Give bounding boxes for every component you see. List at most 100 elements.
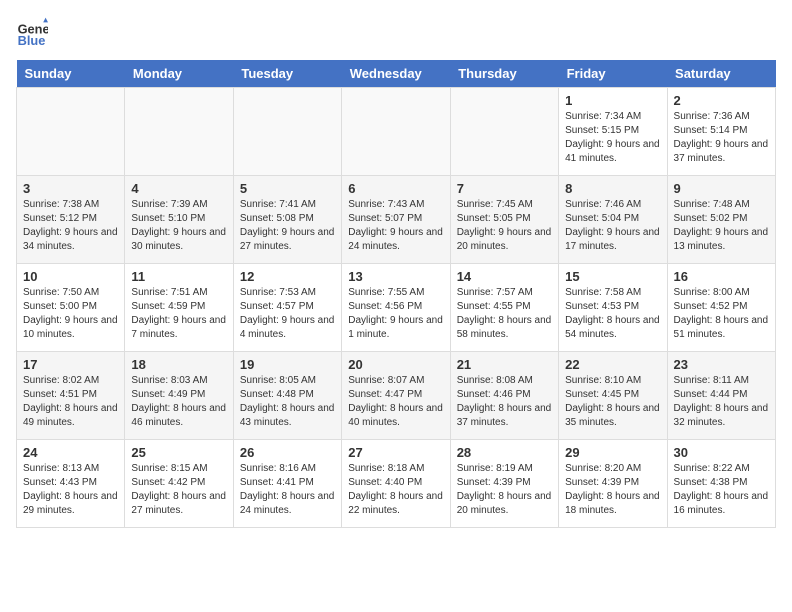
day-number: 14 (457, 269, 552, 284)
day-info: Sunrise: 7:53 AM Sunset: 4:57 PM Dayligh… (240, 286, 335, 342)
day-info: Sunrise: 8:03 AM Sunset: 4:49 PM Dayligh… (131, 374, 226, 430)
day-info: Sunrise: 7:58 AM Sunset: 4:53 PM Dayligh… (565, 286, 660, 342)
calendar-cell: 27 Sunrise: 8:18 AM Sunset: 4:40 PM Dayli… (342, 440, 450, 528)
day-number: 11 (131, 269, 226, 284)
day-number: 15 (565, 269, 660, 284)
day-info: Sunrise: 7:51 AM Sunset: 4:59 PM Dayligh… (131, 286, 226, 342)
day-info: Sunrise: 7:45 AM Sunset: 5:05 PM Dayligh… (457, 198, 552, 254)
calendar-cell: 5Sunrise: 7:41 AM Sunset: 5:08 PM Daylig… (233, 176, 341, 264)
day-number: 4 (131, 181, 226, 196)
logo: General Blue (16, 16, 52, 48)
calendar-cell: 16 Sunrise: 8:00 AM Sunset: 4:52 PM Dayli… (667, 264, 775, 352)
header-monday: Monday (125, 60, 233, 88)
day-info: Sunrise: 8:10 AM Sunset: 4:45 PM Dayligh… (565, 374, 660, 430)
day-info: Sunrise: 8:15 AM Sunset: 4:42 PM Dayligh… (131, 462, 226, 518)
calendar-cell: 10 Sunrise: 7:50 AM Sunset: 5:00 PM Dayli… (17, 264, 125, 352)
day-number: 20 (348, 357, 443, 372)
day-info: Sunrise: 8:07 AM Sunset: 4:47 PM Dayligh… (348, 374, 443, 430)
calendar-week-4: 17 Sunrise: 8:02 AM Sunset: 4:51 PM Dayli… (17, 352, 776, 440)
day-info: Sunrise: 7:43 AM Sunset: 5:07 PM Dayligh… (348, 198, 443, 254)
calendar-cell: 24 Sunrise: 8:13 AM Sunset: 4:43 PM Dayli… (17, 440, 125, 528)
calendar-cell: 3 Sunrise: 7:38 AM Sunset: 5:12 PM Daylig… (17, 176, 125, 264)
calendar-cell: 19Sunrise: 8:05 AM Sunset: 4:48 PM Dayli… (233, 352, 341, 440)
day-info: Sunrise: 7:36 AM Sunset: 5:14 PM Dayligh… (674, 110, 769, 166)
calendar-cell: 2 Sunrise: 7:36 AM Sunset: 5:14 PM Daylig… (667, 88, 775, 176)
day-number: 24 (23, 445, 118, 460)
calendar-cell: 8Sunrise: 7:46 AM Sunset: 5:04 PM Daylig… (559, 176, 667, 264)
header-sunday: Sunday (17, 60, 125, 88)
day-number: 9 (674, 181, 769, 196)
calendar-cell: 20 Sunrise: 8:07 AM Sunset: 4:47 PM Dayli… (342, 352, 450, 440)
day-number: 12 (240, 269, 335, 284)
calendar-cell (450, 88, 558, 176)
calendar-cell: 28 Sunrise: 8:19 AM Sunset: 4:39 PM Dayli… (450, 440, 558, 528)
header-saturday: Saturday (667, 60, 775, 88)
day-info: Sunrise: 8:13 AM Sunset: 4:43 PM Dayligh… (23, 462, 118, 518)
calendar-cell: 18 Sunrise: 8:03 AM Sunset: 4:49 PM Dayli… (125, 352, 233, 440)
header-wednesday: Wednesday (342, 60, 450, 88)
calendar-cell: 11 Sunrise: 7:51 AM Sunset: 4:59 PM Dayli… (125, 264, 233, 352)
calendar-cell: 9 Sunrise: 7:48 AM Sunset: 5:02 PM Daylig… (667, 176, 775, 264)
day-number: 28 (457, 445, 552, 460)
day-info: Sunrise: 7:38 AM Sunset: 5:12 PM Dayligh… (23, 198, 118, 254)
day-info: Sunrise: 8:00 AM Sunset: 4:52 PM Dayligh… (674, 286, 769, 342)
day-info: Sunrise: 7:48 AM Sunset: 5:02 PM Dayligh… (674, 198, 769, 254)
day-number: 7 (457, 181, 552, 196)
calendar-cell: 26Sunrise: 8:16 AM Sunset: 4:41 PM Dayli… (233, 440, 341, 528)
day-info: Sunrise: 7:50 AM Sunset: 5:00 PM Dayligh… (23, 286, 118, 342)
day-info: Sunrise: 8:11 AM Sunset: 4:44 PM Dayligh… (674, 374, 769, 430)
day-number: 21 (457, 357, 552, 372)
logo-icon: General Blue (16, 16, 48, 48)
calendar-cell: 1 Sunrise: 7:34 AM Sunset: 5:15 PM Daylig… (559, 88, 667, 176)
day-number: 17 (23, 357, 118, 372)
calendar-cell (233, 88, 341, 176)
calendar-week-3: 10 Sunrise: 7:50 AM Sunset: 5:00 PM Dayli… (17, 264, 776, 352)
calendar-cell: 13 Sunrise: 7:55 AM Sunset: 4:56 PM Dayli… (342, 264, 450, 352)
day-number: 27 (348, 445, 443, 460)
calendar-cell: 29Sunrise: 8:20 AM Sunset: 4:39 PM Dayli… (559, 440, 667, 528)
svg-text:Blue: Blue (18, 33, 46, 48)
day-info: Sunrise: 8:19 AM Sunset: 4:39 PM Dayligh… (457, 462, 552, 518)
day-info: Sunrise: 7:55 AM Sunset: 4:56 PM Dayligh… (348, 286, 443, 342)
calendar-cell: 23 Sunrise: 8:11 AM Sunset: 4:44 PM Dayli… (667, 352, 775, 440)
calendar-cell: 12 Sunrise: 7:53 AM Sunset: 4:57 PM Dayli… (233, 264, 341, 352)
day-info: Sunrise: 8:22 AM Sunset: 4:38 PM Dayligh… (674, 462, 769, 518)
day-info: Sunrise: 7:34 AM Sunset: 5:15 PM Dayligh… (565, 110, 660, 166)
header-tuesday: Tuesday (233, 60, 341, 88)
calendar-week-2: 3 Sunrise: 7:38 AM Sunset: 5:12 PM Daylig… (17, 176, 776, 264)
calendar-cell (125, 88, 233, 176)
day-number: 6 (348, 181, 443, 196)
calendar-header-row: SundayMondayTuesdayWednesdayThursdayFrid… (17, 60, 776, 88)
day-info: Sunrise: 7:57 AM Sunset: 4:55 PM Dayligh… (457, 286, 552, 342)
day-number: 3 (23, 181, 118, 196)
calendar-cell (342, 88, 450, 176)
day-info: Sunrise: 8:20 AM Sunset: 4:39 PM Dayligh… (565, 462, 660, 518)
day-number: 23 (674, 357, 769, 372)
day-number: 13 (348, 269, 443, 284)
calendar-cell (17, 88, 125, 176)
day-info: Sunrise: 8:16 AM Sunset: 4:41 PM Dayligh… (240, 462, 335, 518)
day-number: 1 (565, 93, 660, 108)
header-thursday: Thursday (450, 60, 558, 88)
calendar-cell: 22 Sunrise: 8:10 AM Sunset: 4:45 PM Dayli… (559, 352, 667, 440)
day-info: Sunrise: 8:05 AM Sunset: 4:48 PM Dayligh… (240, 374, 335, 430)
header-friday: Friday (559, 60, 667, 88)
day-number: 30 (674, 445, 769, 460)
day-number: 10 (23, 269, 118, 284)
calendar-cell: 14 Sunrise: 7:57 AM Sunset: 4:55 PM Dayli… (450, 264, 558, 352)
calendar-week-5: 24 Sunrise: 8:13 AM Sunset: 4:43 PM Dayli… (17, 440, 776, 528)
day-info: Sunrise: 7:39 AM Sunset: 5:10 PM Dayligh… (131, 198, 226, 254)
calendar-cell: 30 Sunrise: 8:22 AM Sunset: 4:38 PM Dayli… (667, 440, 775, 528)
calendar-cell: 21 Sunrise: 8:08 AM Sunset: 4:46 PM Dayli… (450, 352, 558, 440)
day-info: Sunrise: 8:08 AM Sunset: 4:46 PM Dayligh… (457, 374, 552, 430)
day-info: Sunrise: 8:18 AM Sunset: 4:40 PM Dayligh… (348, 462, 443, 518)
calendar-cell: 17 Sunrise: 8:02 AM Sunset: 4:51 PM Dayli… (17, 352, 125, 440)
calendar-cell: 25Sunrise: 8:15 AM Sunset: 4:42 PM Dayli… (125, 440, 233, 528)
day-info: Sunrise: 7:41 AM Sunset: 5:08 PM Dayligh… (240, 198, 335, 254)
day-number: 16 (674, 269, 769, 284)
calendar-cell: 6 Sunrise: 7:43 AM Sunset: 5:07 PM Daylig… (342, 176, 450, 264)
day-number: 2 (674, 93, 769, 108)
day-number: 18 (131, 357, 226, 372)
day-number: 22 (565, 357, 660, 372)
day-info: Sunrise: 8:02 AM Sunset: 4:51 PM Dayligh… (23, 374, 118, 430)
